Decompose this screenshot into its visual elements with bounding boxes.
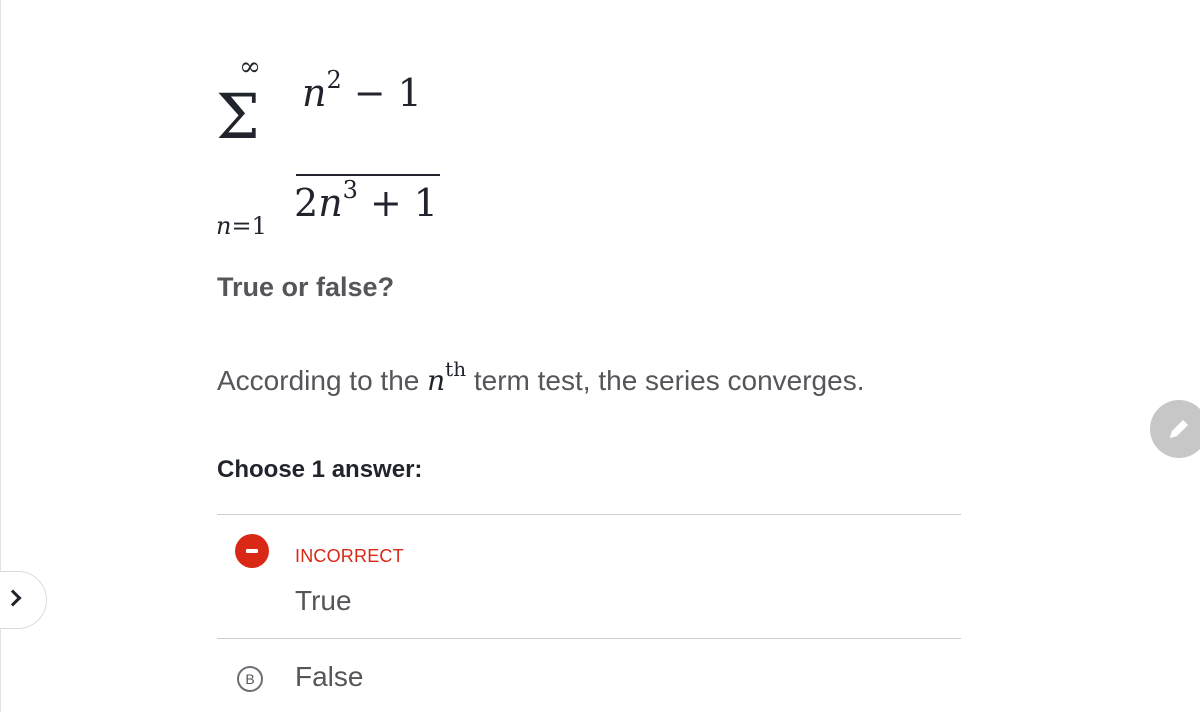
denominator-exponent: 3 [342, 176, 358, 204]
question-statement: According to the nth term test, the seri… [217, 359, 865, 397]
answer-prompt: Choose 1 answer: [217, 456, 423, 483]
choice-true[interactable]: INCORRECT True [217, 515, 961, 638]
statement-superscript: th [445, 357, 467, 381]
statement-var: n [427, 364, 446, 397]
fraction-numerator: n2−1 [302, 68, 422, 116]
statement-suffix: term test, the series converges. [466, 365, 865, 396]
pencil-icon [1170, 420, 1188, 438]
fraction-denominator: 2n3 +1 [294, 178, 438, 226]
denominator-coefficient: 2 [294, 181, 319, 225]
numerator-operator: − [353, 71, 386, 115]
expand-panel-button[interactable] [0, 571, 47, 629]
choice-label: False [295, 661, 364, 692]
incorrect-label: INCORRECT [295, 546, 404, 566]
denominator-constant: 1 [413, 181, 438, 225]
sigma-symbol: Σ [216, 80, 260, 153]
fraction-bar [296, 174, 440, 176]
chevron-right-icon [4, 589, 22, 607]
denominator-operator: + [369, 181, 402, 225]
edit-button[interactable] [1150, 400, 1200, 458]
series-formula: ∞ Σ n=1 n2−1 2n3 +1 [210, 50, 450, 238]
choice-false[interactable]: B False [217, 639, 961, 712]
statement-prefix: According to the [217, 365, 428, 396]
numerator-constant: 1 [397, 71, 422, 115]
sum-lower-limit: n=1 [216, 214, 267, 238]
minus-circle-icon [235, 534, 269, 568]
numerator-exponent: 2 [326, 66, 342, 94]
choice-label: True [295, 585, 352, 616]
sum-index-var: n [216, 212, 232, 240]
denominator-var: n [318, 181, 343, 225]
sum-upper-limit: ∞ [239, 52, 261, 82]
choice-letter-badge: B [237, 666, 263, 692]
question-heading: True or false? [217, 272, 395, 302]
choice-list: INCORRECT True B False [217, 514, 961, 712]
sum-index-start: =1 [231, 212, 267, 240]
numerator-var: n [302, 71, 327, 115]
